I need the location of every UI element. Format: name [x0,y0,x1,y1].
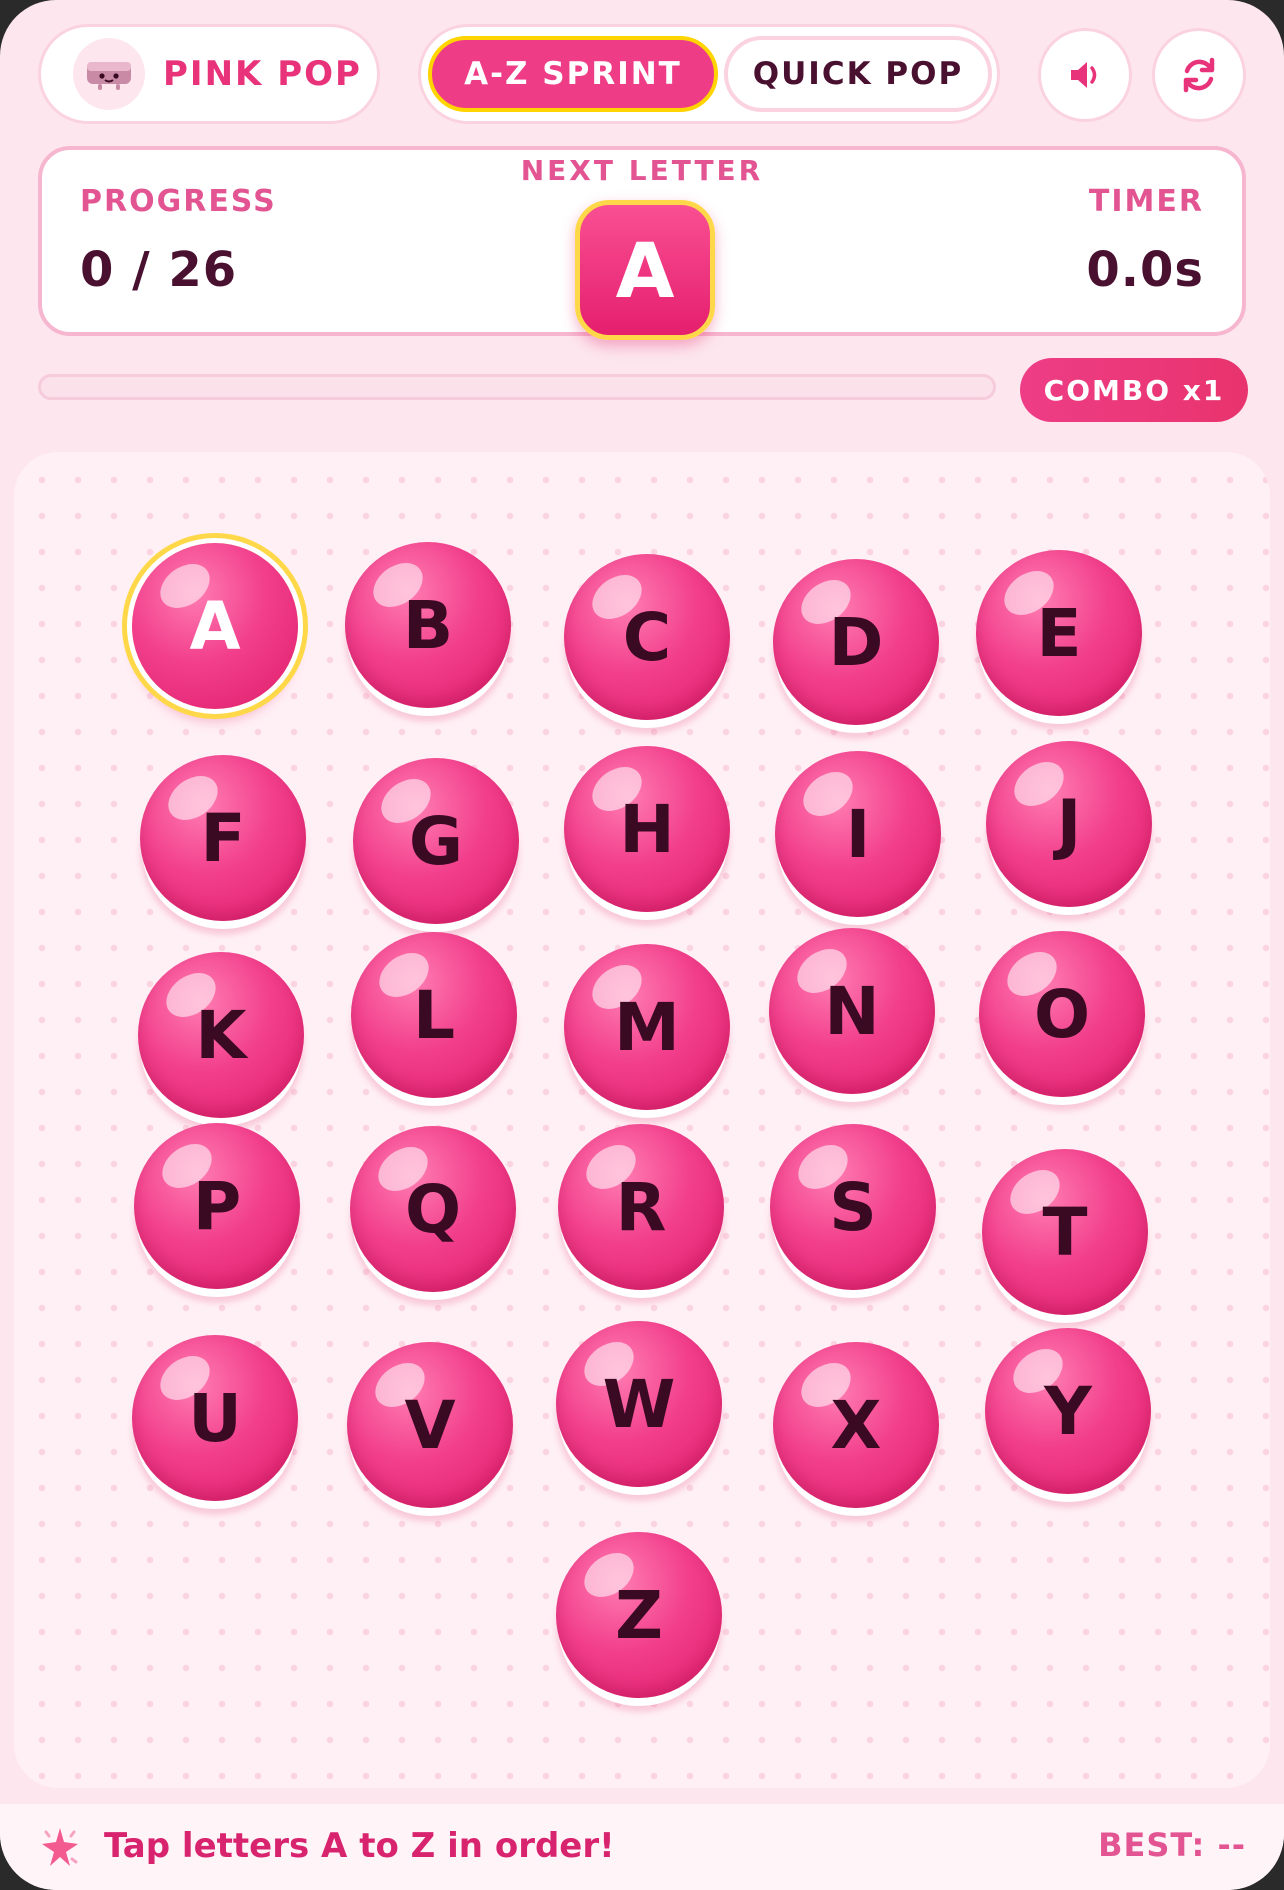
progress-value: 0 / 26 [80,242,238,298]
letter-bubble-b[interactable]: B [345,542,511,708]
brand-name: PINK POP [163,54,362,94]
letter-bubble-o[interactable]: O [979,931,1145,1097]
bubble-letter: K [195,996,247,1074]
bubble-letter: O [1033,975,1091,1053]
bubble-letter: P [192,1167,242,1245]
letter-bubble-p[interactable]: P [134,1123,300,1289]
bubble-letter: C [622,598,672,676]
bubble-letter: E [1036,594,1082,672]
bubble-letter: Z [615,1576,663,1654]
letter-bubble-e[interactable]: E [976,550,1142,716]
letter-bubble-w[interactable]: W [556,1321,722,1487]
bubble-letter: Q [404,1170,462,1248]
bubble-letter: D [828,603,884,681]
timer-label: TIMER [1088,184,1204,219]
letter-bubble-y[interactable]: Y [985,1328,1151,1494]
next-letter-tile: A [575,200,715,340]
next-letter-label: NEXT LETTER [520,154,764,187]
speaker-icon [1071,62,1097,88]
sparkle-icon [42,1828,78,1866]
bubble-letter: S [829,1168,877,1246]
letter-bubble-g[interactable]: G [353,758,519,924]
bubble-letter: J [1056,785,1082,863]
letter-bubble-n[interactable]: N [769,928,935,1094]
bubble-letter: I [845,795,871,873]
bubble-letter: V [404,1386,456,1464]
game-screen: PINK POP A-Z SPRINT QUICK POP PROGRESS 0… [0,0,1284,1890]
best-score: BEST: -- [1098,1826,1246,1864]
letter-bubble-m[interactable]: M [564,944,730,1110]
mode-quick-pop-button[interactable]: QUICK POP [724,36,992,112]
bubble-letter: R [615,1168,667,1246]
letter-bubble-v[interactable]: V [347,1342,513,1508]
sound-button[interactable] [1038,28,1132,122]
letter-bubble-k[interactable]: K [138,952,304,1118]
bubble-letter: W [602,1365,676,1443]
mode-az-sprint-button[interactable]: A-Z SPRINT [428,36,718,112]
mode-switch: A-Z SPRINT QUICK POP [418,24,1000,124]
combo-badge: COMBO x1 [1020,358,1248,422]
letter-bubble-j[interactable]: J [986,741,1152,907]
letter-bubble-s[interactable]: S [770,1124,936,1290]
timer-value: 0.0s [1086,242,1204,298]
bubble-letter: X [830,1386,882,1464]
instruction-text: Tap letters A to Z in order! [104,1826,615,1866]
letter-bubble-l[interactable]: L [351,932,517,1098]
status-card: PROGRESS 0 / 26 NEXT LETTER A TIMER 0.0s [38,146,1246,340]
bubble-letter: T [1042,1193,1088,1271]
bubble-letter: M [614,988,680,1066]
bubble-letter: B [402,586,454,664]
restart-button[interactable] [1152,28,1246,122]
bubble-letter: N [824,972,880,1050]
bubble-letter: H [619,790,675,868]
letter-bubble-h[interactable]: H [564,746,730,912]
letter-bubble-q[interactable]: Q [350,1126,516,1292]
bubble-letter: L [412,976,456,1054]
progress-bar [38,374,996,400]
bubble-board: A B C D E F G H I J K L M N O P Q R S T U V W X Y Z [14,452,1270,1788]
footer-bar: Tap letters A to Z in order! BEST: -- [0,1804,1284,1890]
letter-bubble-t[interactable]: T [982,1149,1148,1315]
eraser-mascot-icon [73,38,145,110]
letter-bubble-r[interactable]: R [558,1124,724,1290]
letter-bubble-z[interactable]: Z [556,1532,722,1698]
letter-bubble-d[interactable]: D [773,559,939,725]
letter-bubble-f[interactable]: F [140,755,306,921]
bubble-letter: A [189,587,241,665]
bubble-letter: F [200,799,246,877]
progress-label: PROGRESS [80,184,277,219]
letter-bubble-u[interactable]: U [132,1335,298,1501]
bubble-letter: G [408,802,464,880]
letter-bubble-i[interactable]: I [775,751,941,917]
letter-bubble-a[interactable]: A [132,543,298,709]
restart-icon [1183,57,1215,93]
letter-bubble-x[interactable]: X [773,1342,939,1508]
bubble-letter: Y [1044,1372,1092,1450]
brand-pill: PINK POP [38,24,380,124]
letter-bubble-c[interactable]: C [564,554,730,720]
bubble-letter: U [188,1379,242,1457]
